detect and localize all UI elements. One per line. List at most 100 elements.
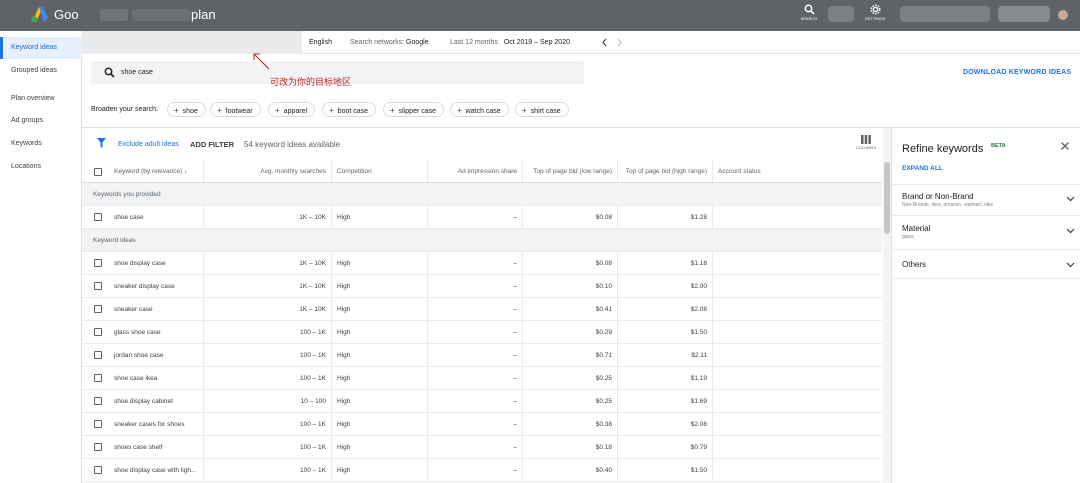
- column-header-label: Keyword (by relevance): [114, 168, 183, 175]
- column-header-bid-high[interactable]: Top of page bid (high range): [618, 161, 713, 182]
- close-icon[interactable]: [1060, 141, 1070, 151]
- column-header-ad-impression-share[interactable]: Ad impression share: [428, 161, 523, 182]
- group-row-provided: Keywords you provided: [82, 183, 882, 206]
- competition-cell: High: [332, 459, 428, 481]
- bid-high-cell: $1.19: [618, 367, 713, 389]
- app-title-end: plan: [191, 7, 216, 22]
- columns-label: COLUMNS: [855, 145, 876, 150]
- impression-share-cell: –: [428, 275, 523, 297]
- keyword-ideas-count: 54 keyword ideas available: [244, 140, 341, 149]
- nav-item-ad-groups[interactable]: Ad groups: [0, 110, 82, 132]
- keyword-cell: shoe case: [82, 206, 204, 228]
- keyword-cell: sneaker case: [82, 298, 204, 320]
- broaden-chip[interactable]: + shirt case: [515, 102, 569, 117]
- nav-item-label: Keyword ideas: [11, 44, 57, 51]
- search-icon: [104, 67, 115, 78]
- chevron-down-icon: [1066, 262, 1075, 268]
- nav-item-label: Keywords: [11, 140, 42, 147]
- avg-searches-cell: 10 – 100: [204, 390, 332, 412]
- competition-cell: High: [332, 367, 428, 389]
- broaden-chip[interactable]: + watch case: [450, 102, 509, 117]
- account-status-cell: [713, 321, 882, 343]
- date-range-selector[interactable]: Last 12 months Oct 2019 – Sep 2020: [450, 39, 570, 46]
- table-row: sneaker case 1K – 10K High – $0.41 $2.08: [82, 298, 882, 321]
- column-header-account-status[interactable]: Account status: [713, 161, 882, 182]
- top-app-bar: Goo plan SEARCH SETTINGS: [0, 0, 1080, 31]
- group-row-ideas: Keyword ideas: [82, 229, 882, 252]
- chevron-left-icon[interactable]: [601, 38, 608, 47]
- refine-section-name: Material: [902, 224, 931, 233]
- plus-icon: +: [457, 106, 462, 115]
- avg-searches-cell: 1K – 10K: [204, 298, 332, 320]
- plus-icon: +: [390, 106, 395, 115]
- broaden-chip[interactable]: + slipper case: [383, 102, 445, 117]
- plus-icon: +: [217, 106, 222, 115]
- avg-searches-cell: 100 – 1K: [204, 459, 332, 481]
- nav-item-plan-overview[interactable]: Plan overview: [0, 88, 82, 110]
- nav-item-keyword-ideas[interactable]: Keyword ideas: [0, 37, 82, 59]
- search-tool-button[interactable]: SEARCH: [794, 4, 824, 21]
- expand-all-button[interactable]: EXPAND ALL: [902, 165, 943, 172]
- bid-high-cell: $1.28: [618, 206, 713, 228]
- chevron-right-icon[interactable]: [616, 38, 623, 47]
- refine-section-brand[interactable]: Brand or Non-Brand Non-Brands, ikea, ama…: [892, 184, 1080, 215]
- download-keyword-ideas-button[interactable]: DOWNLOAD KEYWORD IDEAS: [963, 69, 1071, 76]
- add-filter-button[interactable]: ADD FILTER: [190, 140, 234, 149]
- column-header-competition[interactable]: Competition: [332, 161, 428, 182]
- nav-item-grouped-ideas[interactable]: Grouped ideas: [0, 60, 82, 82]
- column-header-keyword[interactable]: Keyword (by relevance) ↓: [82, 161, 204, 182]
- avg-searches-cell: 100 – 1K: [204, 321, 332, 343]
- impression-share-cell: –: [428, 344, 523, 366]
- search-input-value: shoe case: [121, 69, 153, 76]
- account-status-cell: [713, 344, 882, 366]
- keyword-cell: shoe display case with ligh...: [82, 459, 204, 481]
- column-header-bid-low[interactable]: Top of page bid (low range): [523, 161, 618, 182]
- broaden-chip[interactable]: + apparel: [268, 102, 316, 117]
- keyword-cell: sneaker cases for shoes: [82, 413, 204, 435]
- impression-share-cell: –: [428, 321, 523, 343]
- columns-button[interactable]: COLUMNS: [854, 135, 878, 150]
- exclude-adult-ideas-toggle[interactable]: Exclude adult ideas: [118, 141, 179, 148]
- settings-tool-button[interactable]: SETTINGS: [860, 4, 890, 21]
- refine-section-sub: glass: [902, 234, 914, 240]
- table-row: jordan shoe case 100 – 1K High – $0.71 $2.11: [82, 344, 882, 367]
- avg-searches-cell: 1K – 10K: [204, 275, 332, 297]
- broaden-chip[interactable]: + shoe: [167, 102, 206, 117]
- group-label: Keyword ideas: [93, 237, 136, 244]
- account-status-cell: [713, 459, 882, 481]
- filter-icon[interactable]: [97, 138, 106, 148]
- avg-searches-cell: 1K – 10K: [204, 206, 332, 228]
- annotation-arrow-icon: [253, 53, 270, 70]
- impression-share-cell: –: [428, 206, 523, 228]
- bid-low-cell: $0.10: [523, 275, 618, 297]
- scrollbar-thumb[interactable]: [884, 162, 890, 234]
- bid-high-cell: $2.11: [618, 344, 713, 366]
- refine-section-sub: Non-Brands, ikea, amazon, walmart, nike: [902, 202, 994, 208]
- avatar[interactable]: [1058, 10, 1068, 20]
- refine-section-others[interactable]: Others: [892, 249, 1080, 279]
- account-status-cell: [713, 436, 882, 458]
- language-selector[interactable]: English: [309, 39, 332, 46]
- keyword-cell: glass shoe case: [82, 321, 204, 343]
- table-row: glass shoe case 100 – 1K High – $0.29 $1.50: [82, 321, 882, 344]
- nav-item-locations[interactable]: Locations: [0, 156, 82, 178]
- impression-share-cell: –: [428, 367, 523, 389]
- broaden-chip[interactable]: + footwear: [210, 102, 261, 117]
- refine-section-material[interactable]: Material glass: [892, 215, 1080, 249]
- nav-item-label: Locations: [11, 163, 41, 170]
- search-networks-selector[interactable]: Search networks: Google: [350, 39, 429, 46]
- beta-badge: BETA: [991, 143, 1006, 149]
- account-status-cell: [713, 413, 882, 435]
- bid-low-cell: $0.25: [523, 367, 618, 389]
- broaden-chip[interactable]: + boot case: [322, 102, 377, 117]
- blurred-title-region: [132, 9, 190, 21]
- competition-cell: High: [332, 321, 428, 343]
- column-header-avg-monthly-searches[interactable]: Avg. monthly searches: [204, 161, 332, 182]
- table-toolbar: Exclude adult ideas ADD FILTER 54 keywor…: [82, 128, 882, 161]
- bid-high-cell: $1.50: [618, 321, 713, 343]
- account-status-cell: [713, 367, 882, 389]
- avg-searches-cell: 100 – 1K: [204, 344, 332, 366]
- competition-cell: High: [332, 390, 428, 412]
- keyword-cell: jordan shoe case: [82, 344, 204, 366]
- nav-item-keywords[interactable]: Keywords: [0, 133, 82, 155]
